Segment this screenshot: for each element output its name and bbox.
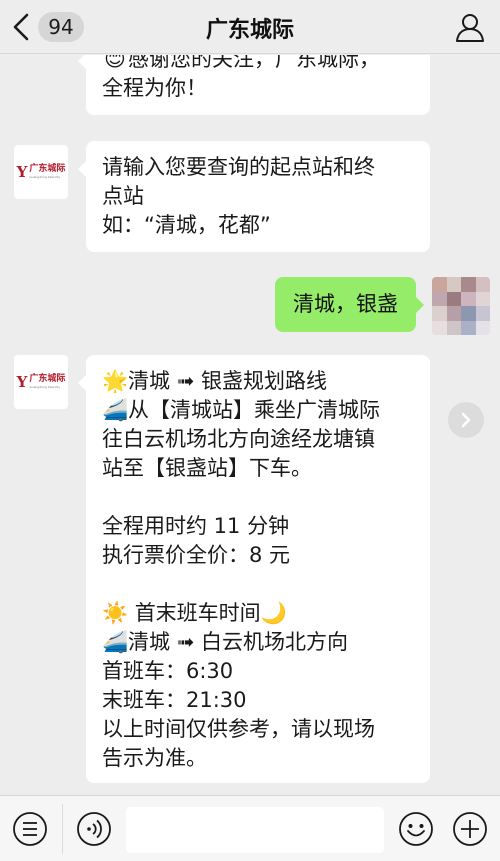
train-emoji-icon: 🚄 bbox=[102, 630, 129, 654]
train-direction: 清城 ➟ 白云机场北方向 bbox=[128, 630, 348, 654]
plus-icon bbox=[453, 812, 487, 846]
message-text: 点站 bbox=[102, 184, 144, 208]
first-train-time: 首班车：6:30 bbox=[102, 659, 234, 683]
message-text: 如：“清城，花都” bbox=[102, 213, 271, 237]
smile-emoji-icon: 😊 bbox=[104, 55, 126, 71]
disclaimer-note: 以上时间仅供参考，请以现场 bbox=[102, 717, 375, 741]
chevron-right-icon bbox=[461, 412, 471, 428]
voice-input-button[interactable] bbox=[76, 811, 112, 847]
unread-count-badge: 94 bbox=[38, 12, 84, 42]
message-text: 全程为你！ bbox=[102, 76, 207, 100]
voice-icon bbox=[77, 812, 111, 846]
moon-emoji-icon: 🌙 bbox=[260, 601, 287, 625]
user-avatar[interactable] bbox=[432, 277, 490, 335]
message-bubble-user-query[interactable]: 清城，银盏 bbox=[275, 277, 424, 332]
message-bubble-welcome[interactable]: 😊感谢您的关注，广东城际， 全程为你！ bbox=[78, 55, 430, 115]
route-description: 往白云机场北方向途经龙塘镇 bbox=[102, 427, 375, 451]
route-title: 清城 ➟ 银盏规划路线 bbox=[128, 369, 327, 393]
chat-message-list[interactable]: 😊感谢您的关注，广东城际， 全程为你！ Y 广东城际 Guangdong Int… bbox=[0, 55, 500, 795]
divider bbox=[62, 804, 63, 854]
message-text: 感谢您的关注，广东城际， bbox=[128, 55, 380, 71]
message-bubble-prompt[interactable]: 请输入您要查询的起点站和终 点站 如：“清城，花都” bbox=[78, 141, 430, 252]
emoji-button[interactable] bbox=[398, 811, 434, 847]
message-text: 清城，银盏 bbox=[293, 292, 398, 316]
star-emoji-icon: 🌟 bbox=[102, 369, 129, 393]
menu-icon bbox=[13, 812, 47, 846]
train-emoji-icon: 🚄 bbox=[102, 398, 129, 422]
logo-subtext: Guangdong Intercity bbox=[29, 385, 61, 389]
share-button[interactable] bbox=[448, 402, 484, 438]
logo-subtext: Guangdong Intercity bbox=[29, 175, 61, 179]
more-actions-button[interactable] bbox=[452, 811, 488, 847]
logo-text: 广东城际 bbox=[29, 164, 66, 174]
official-account-avatar[interactable]: Y 广东城际 Guangdong Intercity bbox=[14, 145, 68, 199]
profile-button[interactable] bbox=[454, 11, 486, 43]
message-text: 请输入您要查询的起点站和终 bbox=[102, 155, 375, 179]
chevron-left-icon bbox=[13, 13, 29, 41]
brand-logo-icon: Y bbox=[16, 373, 28, 391]
ticket-fare: 执行票价全价：8 元 bbox=[102, 543, 291, 567]
route-description: 从【清城站】乘坐广清城际 bbox=[128, 398, 380, 422]
back-button[interactable]: 94 bbox=[10, 10, 84, 44]
message-input[interactable] bbox=[126, 807, 384, 853]
schedule-title: 首末班车时间 bbox=[134, 601, 261, 625]
brand-logo-icon: Y bbox=[16, 163, 28, 181]
last-train-time: 末班车：21:30 bbox=[102, 688, 247, 712]
route-description: 站至【银盏站】下车。 bbox=[102, 456, 312, 480]
chat-header: 94 广东城际 bbox=[0, 0, 500, 54]
person-icon bbox=[456, 14, 484, 42]
official-account-avatar[interactable]: Y 广东城际 Guangdong Intercity bbox=[14, 355, 68, 409]
message-bubble-route-result[interactable]: 🌟清城 ➟ 银盏规划路线 🚄从【清城站】乘坐广清城际 往白云机场北方向途经龙塘镇… bbox=[78, 355, 430, 783]
message-composer-bar bbox=[0, 795, 500, 861]
menu-toggle-button[interactable] bbox=[12, 811, 48, 847]
emoji-icon bbox=[399, 812, 433, 846]
logo-text: 广东城际 bbox=[29, 374, 66, 384]
disclaimer-note: 告示为准。 bbox=[102, 746, 207, 770]
sun-emoji-icon: ☀️ bbox=[102, 601, 129, 625]
trip-duration: 全程用时约 11 分钟 bbox=[102, 514, 290, 538]
